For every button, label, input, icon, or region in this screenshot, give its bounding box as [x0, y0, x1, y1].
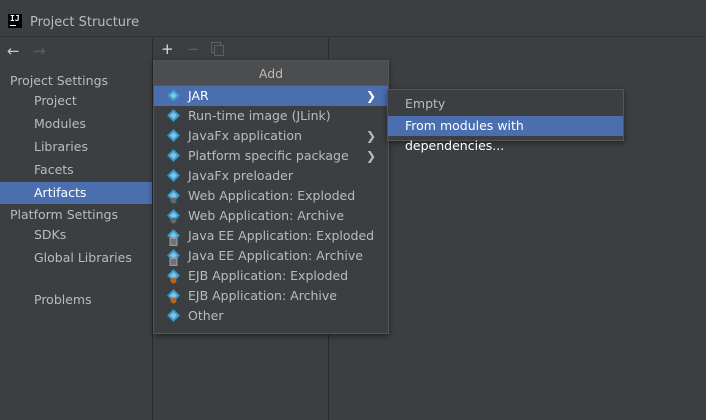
sidebar-item-global-libraries[interactable]: Global Libraries [0, 247, 152, 269]
jar-submenu: Empty From modules with dependencies... [387, 89, 624, 153]
artifact-icon [167, 129, 180, 142]
window-title: Project Structure [30, 15, 140, 30]
forward-arrow-icon[interactable]: → [33, 43, 46, 59]
menu-item-label: Platform specific package [188, 148, 349, 163]
copy-icon[interactable] [211, 42, 224, 56]
sidebar-item-facets[interactable]: Facets [0, 159, 152, 181]
add-popup-menu: Add JAR ❯ Run-time image (JLink) JavaFx … [153, 60, 389, 334]
sidebar-item-modules[interactable]: Modules [0, 113, 152, 135]
menu-item-ejb-archive[interactable]: EJB Application: Archive [154, 286, 388, 306]
chevron-right-icon: ❯ [365, 129, 376, 143]
menu-item-javafx-application[interactable]: JavaFx application ❯ [154, 126, 388, 146]
sidebar-item-artifacts[interactable]: Artifacts [0, 182, 152, 204]
title-bar: IJ Project Structure [0, 0, 706, 37]
artifact-icon [167, 109, 180, 122]
settings-sidebar: ← → Project Settings Project Modules Lib… [0, 38, 153, 420]
menu-item-runtime-image[interactable]: Run-time image (JLink) [154, 106, 388, 126]
web-artifact-icon [167, 189, 180, 202]
menu-item-platform-package[interactable]: Platform specific package ❯ [154, 146, 388, 166]
add-popup-title: Add [154, 61, 388, 86]
sidebar-item-sdks[interactable]: SDKs [0, 224, 152, 246]
menu-item-web-archive[interactable]: Web Application: Archive [154, 206, 388, 226]
menu-item-javafx-preloader[interactable]: JavaFx preloader [154, 166, 388, 186]
menu-item-javaee-exploded[interactable]: Java EE Application: Exploded [154, 226, 388, 246]
back-arrow-icon[interactable]: ← [7, 43, 20, 59]
menu-item-label: Run-time image (JLink) [188, 108, 331, 123]
web-artifact-icon [167, 209, 180, 222]
ejb-artifact-icon [167, 289, 180, 302]
intellij-idea-icon: IJ [8, 14, 22, 28]
platform-settings-header: Platform Settings [10, 207, 118, 222]
artifact-icon [167, 309, 180, 322]
menu-item-label: JavaFx application [188, 128, 302, 143]
artifact-icon [167, 89, 180, 102]
menu-item-label: EJB Application: Exploded [188, 268, 349, 283]
artifact-icon [167, 149, 180, 162]
javaee-artifact-icon [167, 249, 180, 262]
project-settings-header: Project Settings [10, 73, 109, 88]
menu-item-label: Web Application: Exploded [188, 188, 356, 203]
menu-item-label: Other [188, 308, 224, 323]
menu-item-web-exploded[interactable]: Web Application: Exploded [154, 186, 388, 206]
javaee-artifact-icon [167, 229, 180, 242]
menu-item-label: Java EE Application: Exploded [188, 228, 375, 243]
sidebar-item-problems[interactable]: Problems [0, 289, 152, 311]
menu-item-label: Web Application: Archive [188, 208, 345, 223]
menu-item-label: JAR [188, 88, 209, 103]
artifact-icon [167, 169, 180, 182]
menu-item-other[interactable]: Other [154, 306, 388, 326]
submenu-item-empty[interactable]: Empty [388, 92, 623, 116]
menu-item-label: EJB Application: Archive [188, 288, 337, 303]
menu-item-jar[interactable]: JAR ❯ [154, 86, 388, 106]
sidebar-item-project[interactable]: Project [0, 90, 152, 112]
menu-item-javaee-archive[interactable]: Java EE Application: Archive [154, 246, 388, 266]
sidebar-item-libraries[interactable]: Libraries [0, 136, 152, 158]
ejb-artifact-icon [167, 269, 180, 282]
chevron-right-icon: ❯ [365, 149, 376, 163]
remove-button[interactable]: − [187, 41, 200, 57]
chevron-right-icon: ❯ [365, 89, 376, 103]
menu-item-label: Java EE Application: Archive [188, 248, 363, 263]
submenu-item-from-modules[interactable]: From modules with dependencies... [388, 116, 623, 153]
add-button[interactable]: + [161, 41, 174, 57]
menu-item-label: JavaFx preloader [188, 168, 293, 183]
menu-item-ejb-exploded[interactable]: EJB Application: Exploded [154, 266, 388, 286]
